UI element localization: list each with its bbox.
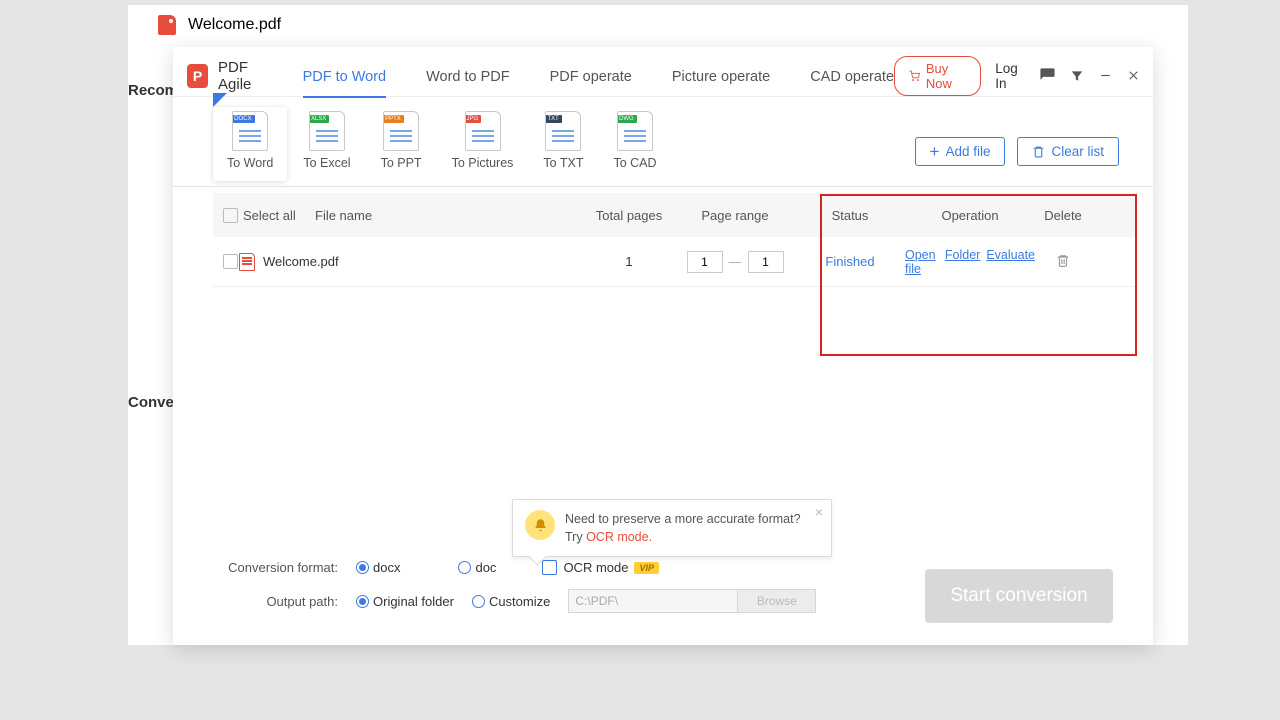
format-toolbar: DOCXTo WordXLSXTo ExcelPPTXTo PPTJPGTo P… xyxy=(173,97,1153,187)
pdf-file-icon xyxy=(239,253,255,271)
tab-word-to-pdf[interactable]: Word to PDF xyxy=(426,55,510,97)
log-in-link[interactable]: Log In xyxy=(995,61,1025,91)
format-to-ppt[interactable]: PPTXTo PPT xyxy=(367,107,436,181)
row-total-pages: 1 xyxy=(583,254,675,269)
app-name: PDF Agile xyxy=(218,59,277,93)
add-file-label: Add file xyxy=(945,144,990,159)
titlebar: P PDF Agile PDF to Word Word to PDF PDF op… xyxy=(173,47,1153,97)
format-to-excel[interactable]: XLSXTo Excel xyxy=(289,107,364,181)
trash-icon xyxy=(1032,145,1045,158)
page-range-from[interactable] xyxy=(687,251,723,273)
tooltip-line2-prefix: Try xyxy=(565,530,586,544)
plus-icon: + xyxy=(930,145,940,158)
radio-original-folder[interactable]: Original folder xyxy=(356,594,454,609)
ocr-mode-link[interactable]: OCR mode. xyxy=(586,530,652,544)
col-total-pages: Total pages xyxy=(583,208,675,223)
col-page-range: Page range xyxy=(675,208,795,223)
col-select-all[interactable]: Select all xyxy=(239,208,315,223)
doc-icon: XLSX xyxy=(309,111,345,151)
bg-tab-filename: Welcome.pdf xyxy=(188,16,281,34)
filter-icon[interactable] xyxy=(1070,67,1084,85)
browse-button: Browse xyxy=(738,589,816,613)
clear-list-label: Clear list xyxy=(1051,144,1104,159)
app-logo: P xyxy=(187,64,208,88)
doc-icon: TXT xyxy=(545,111,581,151)
close-icon[interactable] xyxy=(1127,67,1141,85)
format-to-txt[interactable]: TXTTo TXT xyxy=(529,107,597,181)
format-to-pictures[interactable]: JPGTo Pictures xyxy=(438,107,528,181)
radio-doc[interactable]: doc xyxy=(458,560,496,575)
tab-pdf-operate[interactable]: PDF operate xyxy=(550,55,632,97)
page-range-to[interactable] xyxy=(748,251,784,273)
conversion-format-label: Conversion format: xyxy=(213,560,338,575)
main-tabs: PDF to Word Word to PDF PDF operate Picture… xyxy=(303,55,894,97)
tab-cad-operate[interactable]: CAD operate xyxy=(810,55,894,97)
bg-section-recom: Recom xyxy=(128,82,178,99)
ocr-tooltip: Need to preserve a more accurate format?… xyxy=(512,499,832,557)
buy-now-label: Buy Now xyxy=(926,61,966,91)
tooltip-close-icon[interactable]: × xyxy=(815,504,823,520)
clear-list-button[interactable]: Clear list xyxy=(1017,137,1119,166)
tooltip-line1: Need to preserve a more accurate format? xyxy=(565,510,801,528)
footer: Conversion format: docx doc OCR mode VIP… xyxy=(173,550,1153,645)
vip-badge: VIP xyxy=(634,562,659,574)
format-to-cad[interactable]: DWGTo CAD xyxy=(599,107,670,181)
radio-docx[interactable]: docx xyxy=(356,560,400,575)
buy-now-button[interactable]: Buy Now xyxy=(894,56,981,96)
format-to-word[interactable]: DOCXTo Word xyxy=(213,107,287,181)
output-path-label: Output path: xyxy=(213,594,338,609)
select-all-checkbox[interactable] xyxy=(223,208,238,223)
bell-icon xyxy=(525,510,555,540)
doc-icon: PPTX xyxy=(383,111,419,151)
doc-icon: DWG xyxy=(617,111,653,151)
doc-icon: JPG xyxy=(465,111,501,151)
col-file-name: File name xyxy=(315,208,583,223)
cart-icon xyxy=(909,69,920,83)
range-dash: — xyxy=(729,254,742,269)
ocr-mode-checkbox[interactable]: OCR mode VIP xyxy=(542,560,659,575)
row-checkbox[interactable] xyxy=(223,254,238,269)
tab-picture-operate[interactable]: Picture operate xyxy=(672,55,770,97)
radio-customize[interactable]: Customize xyxy=(472,594,550,609)
feedback-icon[interactable] xyxy=(1039,67,1056,85)
doc-icon: DOCX xyxy=(232,111,268,151)
output-path-input xyxy=(568,589,738,613)
add-file-button[interactable]: + Add file xyxy=(915,137,1006,166)
bg-section-convert: Conver xyxy=(128,394,180,411)
pdf-icon xyxy=(158,15,176,35)
row-file-name: Welcome.pdf xyxy=(263,254,339,269)
start-conversion-button: Start conversion xyxy=(925,569,1113,623)
tab-pdf-to-word[interactable]: PDF to Word xyxy=(303,55,387,97)
annotation-highlight xyxy=(820,194,1137,356)
minimize-icon[interactable] xyxy=(1098,67,1112,85)
